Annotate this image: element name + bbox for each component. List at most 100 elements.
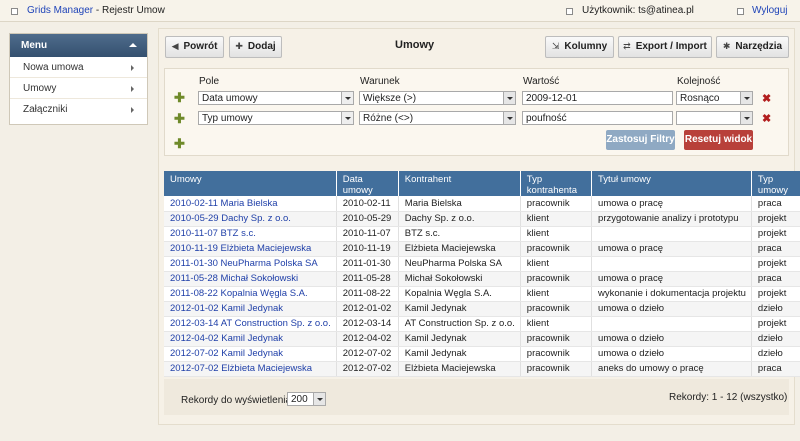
filter-condition-select[interactable]: Różne (<>) — [359, 111, 516, 125]
chevron-down-icon — [740, 92, 752, 104]
contract-link[interactable]: 2012-04-02 Kamil Jedynak — [170, 333, 283, 344]
table-cell: 2011-01-30 — [336, 256, 399, 272]
sidebar-item-attachments[interactable]: Załączniki — [10, 99, 147, 120]
contract-link[interactable]: 2010-11-19 Elżbieta Maciejewska — [170, 243, 311, 254]
table-cell: 2010-11-07 — [336, 226, 399, 242]
table-cell: dzieło — [751, 346, 800, 362]
table-row[interactable]: 2010-02-11 Maria Bielska 2010-02-11 Maria … — [164, 196, 800, 212]
filter-header-condition: Warunek — [360, 76, 400, 87]
table-row[interactable]: 2012-01-02 Kamil Jedynak 2012-01-02 Kamil … — [164, 301, 800, 317]
column-header[interactable]: Umowy — [164, 171, 337, 196]
table-cell: 2011-05-28 — [336, 271, 399, 287]
remove-filter-icon[interactable]: ✖ — [762, 92, 771, 105]
export-import-button[interactable]: ⇄ Export / Import — [618, 36, 712, 58]
table-cell: 2012-07-02 Kamil Jedynak — [164, 346, 337, 362]
filter-order-select[interactable] — [676, 111, 753, 125]
column-header[interactable]: Tytuł umowy — [591, 171, 752, 196]
table-row[interactable]: 2010-11-19 Elżbieta Maciejewska 2010-11-1… — [164, 241, 800, 257]
table-row[interactable]: 2012-07-02 Elżbieta Maciejewska 2012-07-0… — [164, 361, 800, 377]
sidebar-item-new-contract[interactable]: Nowa umowa — [10, 57, 147, 78]
table-cell: 2012-01-02 Kamil Jedynak — [164, 301, 337, 317]
page-title: Umowy — [395, 39, 435, 51]
table-row[interactable]: 2011-01-30 NeuPharma Polska SA 2011-01-30… — [164, 256, 800, 272]
logout-link[interactable]: Wyloguj — [752, 5, 787, 16]
remove-filter-icon[interactable]: ✖ — [762, 112, 771, 125]
contract-link[interactable]: 2012-03-14 AT Construction Sp. z o.o. — [170, 318, 331, 329]
tools-button[interactable]: ✱ Narzędzia — [716, 36, 789, 58]
columns-button[interactable]: ⇲ Kolumny — [545, 36, 614, 58]
table-cell: 2012-07-02 Elżbieta Maciejewska — [164, 361, 337, 377]
contract-link[interactable]: 2011-01-30 NeuPharma Polska SA — [170, 258, 318, 269]
filter-field-select[interactable]: Typ umowy — [198, 111, 354, 125]
gear-icon: ✱ — [722, 41, 731, 51]
add-button[interactable]: ✚ Dodaj — [229, 36, 282, 58]
filter-condition-value: Różne (<>) — [363, 113, 414, 124]
columns-label: Kolumny — [564, 41, 608, 52]
table-cell: praca — [751, 361, 800, 377]
chevron-down-icon — [503, 112, 515, 124]
chevron-down-icon — [341, 92, 353, 104]
table-cell: umowa o pracę — [591, 271, 752, 287]
filter-order-select[interactable]: Rosnąco — [676, 91, 753, 105]
table-cell: projekt — [751, 211, 800, 227]
app-link[interactable]: Grids Manager — [27, 5, 93, 16]
filter-value-input[interactable]: 2009-12-01 — [522, 91, 673, 105]
table-cell: 2012-07-02 — [336, 346, 399, 362]
window-icon — [11, 8, 18, 15]
table-cell: 2012-04-02 Kamil Jedynak — [164, 331, 337, 347]
column-header[interactable]: Typ kontrahenta — [520, 171, 593, 196]
add-filter-icon[interactable]: ✚ — [174, 111, 185, 127]
back-button[interactable]: ◀ Powrót — [165, 36, 224, 58]
table-row[interactable]: 2012-04-02 Kamil Jedynak 2012-04-02 Kamil … — [164, 331, 800, 347]
columns-icon: ⇲ — [551, 41, 560, 51]
contract-link[interactable]: 2012-07-02 Elżbieta Maciejewska — [170, 363, 312, 374]
column-header[interactable]: Kontrahent — [398, 171, 521, 196]
contract-link[interactable]: 2012-01-02 Kamil Jedynak — [170, 303, 283, 314]
table-cell: Elżbieta Maciejewska — [398, 361, 521, 377]
contract-link[interactable]: 2012-07-02 Kamil Jedynak — [170, 348, 283, 359]
filter-field-value: Typ umowy — [202, 113, 253, 124]
table-row[interactable]: 2010-05-29 Dachy Sp. z o.o. 2010-05-29 Dac… — [164, 211, 800, 227]
add-filter-icon[interactable]: ✚ — [174, 90, 185, 106]
filter-condition-select[interactable]: Większe (>) — [359, 91, 516, 105]
table-cell: pracownik — [520, 346, 593, 362]
contract-link[interactable]: 2011-05-28 Michał Sokołowski — [170, 273, 298, 284]
plus-icon: ✚ — [235, 41, 243, 51]
column-header[interactable]: Typ umowy — [751, 171, 800, 196]
table-row[interactable]: 2011-05-28 Michał Sokołowski 2011-05-28 Mi… — [164, 271, 800, 287]
table-cell: dzieło — [751, 301, 800, 317]
sidebar-item-contracts[interactable]: Umowy — [10, 78, 147, 99]
table-row[interactable]: 2012-07-02 Kamil Jedynak 2012-07-02 Kamil … — [164, 346, 800, 362]
table-row[interactable]: 2012-03-14 AT Construction Sp. z o.o. 201… — [164, 316, 800, 332]
chevron-right-icon — [131, 86, 134, 92]
filter-header-value: Wartość — [523, 76, 560, 87]
table-cell: pracownik — [520, 196, 593, 212]
filter-value-input[interactable]: poufność — [522, 111, 673, 125]
menu-header[interactable]: Menu — [10, 34, 147, 57]
contract-link[interactable]: 2010-05-29 Dachy Sp. z o.o. — [170, 213, 291, 224]
table-cell: 2012-04-02 — [336, 331, 399, 347]
table-cell: 2010-02-11 Maria Bielska — [164, 196, 337, 212]
column-header[interactable]: Data umowy — [336, 171, 399, 196]
collapse-icon[interactable] — [129, 43, 137, 47]
apply-filters-button[interactable]: Zastosuj Filtry — [606, 130, 675, 150]
table-cell: Kamil Jedynak — [398, 331, 521, 347]
add-filter-row-icon[interactable]: ✚ — [174, 136, 185, 152]
records-per-page-select[interactable]: 200 — [287, 392, 326, 406]
user-icon — [566, 8, 573, 15]
table-cell: pracownik — [520, 361, 593, 377]
table-row[interactable]: 2010-11-07 BTZ s.c. 2010-11-07 BTZ s.c. kli… — [164, 226, 800, 242]
app-subtitle: - Rejestr Umow — [93, 5, 165, 16]
table-cell: 2011-08-22 Kopalnia Węgla S.A. — [164, 286, 337, 302]
filter-field-select[interactable]: Data umowy — [198, 91, 354, 105]
records-per-page-label: Rekordy do wyświetlenia: — [181, 395, 294, 406]
contract-link[interactable]: 2010-11-07 BTZ s.c. — [170, 228, 256, 239]
contract-link[interactable]: 2011-08-22 Kopalnia Węgla S.A. — [170, 288, 308, 299]
table-row[interactable]: 2011-08-22 Kopalnia Węgla S.A. 2011-08-22… — [164, 286, 800, 302]
table-cell: 2010-02-11 — [336, 196, 399, 212]
table-cell: 2012-07-02 — [336, 361, 399, 377]
reset-view-button[interactable]: Resetuj widok — [684, 130, 753, 150]
table-cell: 2010-11-19 Elżbieta Maciejewska — [164, 241, 337, 257]
contract-link[interactable]: 2010-02-11 Maria Bielska — [170, 198, 278, 209]
table-cell: projekt — [751, 286, 800, 302]
